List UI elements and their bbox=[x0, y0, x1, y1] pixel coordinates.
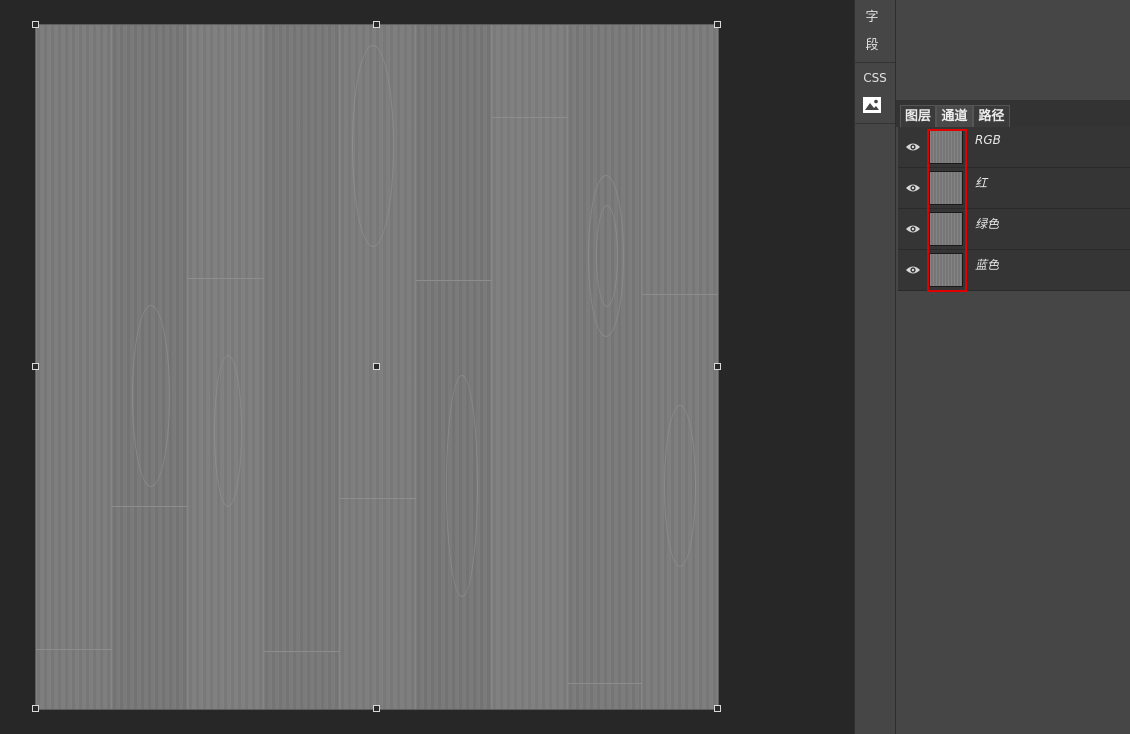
channel-row-rgb[interactable]: RGB bbox=[898, 127, 1130, 168]
channel-thumbnail[interactable] bbox=[929, 212, 963, 246]
channels-panel: 图层 通道 路径 RGB 红 绿色 蓝色 bbox=[895, 0, 1130, 734]
transform-handle-top-center[interactable] bbox=[373, 21, 380, 28]
transform-handle-bottom-left[interactable] bbox=[32, 705, 39, 712]
channel-thumbnail[interactable] bbox=[929, 253, 963, 287]
board-seam bbox=[264, 651, 340, 652]
transform-handle-bottom-center[interactable] bbox=[373, 705, 380, 712]
transform-handle-top-left[interactable] bbox=[32, 21, 39, 28]
tab-layers[interactable]: 图层 bbox=[900, 105, 936, 127]
channel-name: 蓝色 bbox=[975, 258, 1000, 272]
eye-icon[interactable] bbox=[905, 181, 921, 195]
wood-grain bbox=[446, 375, 478, 597]
eye-icon[interactable] bbox=[905, 140, 921, 154]
eye-icon[interactable] bbox=[905, 222, 921, 236]
wood-grain bbox=[664, 405, 696, 567]
board-seam bbox=[568, 683, 642, 684]
transform-handle-middle-right[interactable] bbox=[714, 363, 721, 370]
board-seam bbox=[36, 649, 112, 650]
wood-board bbox=[568, 25, 642, 709]
app-root: 字 段 CSS 图层 通道 路径 RGB 红 绿色 蓝色 bbox=[0, 0, 1130, 734]
wood-grain bbox=[214, 355, 242, 507]
channel-row-red[interactable]: 红 bbox=[898, 168, 1130, 209]
css-panel-button[interactable]: CSS bbox=[855, 63, 895, 124]
transform-handle-top-right[interactable] bbox=[714, 21, 721, 28]
tab-channels[interactable]: 通道 bbox=[936, 105, 973, 127]
board-seam bbox=[492, 117, 568, 118]
transform-handle-center[interactable] bbox=[373, 363, 380, 370]
channel-thumbnail[interactable] bbox=[929, 171, 963, 205]
transform-handle-bottom-right[interactable] bbox=[714, 705, 721, 712]
panel-tabbar: 图层 通道 路径 bbox=[896, 100, 1130, 127]
board-seam bbox=[416, 280, 492, 281]
channel-row-green[interactable]: 绿色 bbox=[898, 209, 1130, 250]
css-label: CSS bbox=[863, 71, 887, 85]
tab-paths[interactable]: 路径 bbox=[973, 105, 1010, 127]
board-seam bbox=[188, 278, 264, 279]
wood-board bbox=[416, 25, 492, 709]
canvas-area[interactable] bbox=[0, 0, 854, 734]
character-panel-button[interactable]: 字 段 bbox=[855, 0, 895, 63]
channel-name: 红 bbox=[975, 176, 988, 190]
board-seam bbox=[340, 498, 416, 499]
board-seam bbox=[112, 506, 188, 507]
board-seam bbox=[642, 294, 718, 295]
panel-dock-strip: 字 段 CSS bbox=[854, 0, 895, 734]
wood-board bbox=[642, 25, 718, 709]
wood-grain bbox=[132, 305, 170, 487]
wood-grain bbox=[596, 205, 618, 307]
dock-char-label: 字 bbox=[865, 10, 879, 25]
channel-name: 绿色 bbox=[975, 217, 1000, 231]
eye-icon[interactable] bbox=[905, 263, 921, 277]
wood-grain bbox=[352, 45, 394, 247]
wood-board bbox=[492, 25, 568, 709]
channel-name: RGB bbox=[975, 133, 1001, 147]
channel-row-blue[interactable]: 蓝色 bbox=[898, 250, 1130, 291]
wood-board bbox=[36, 25, 112, 709]
channel-list: RGB 红 绿色 蓝色 bbox=[898, 127, 1130, 291]
transform-handle-middle-left[interactable] bbox=[32, 363, 39, 370]
image-icon[interactable] bbox=[863, 97, 881, 113]
dock-paragraph-label: 段 bbox=[865, 38, 879, 53]
channel-thumbnail[interactable] bbox=[929, 130, 963, 164]
wood-board bbox=[264, 25, 340, 709]
